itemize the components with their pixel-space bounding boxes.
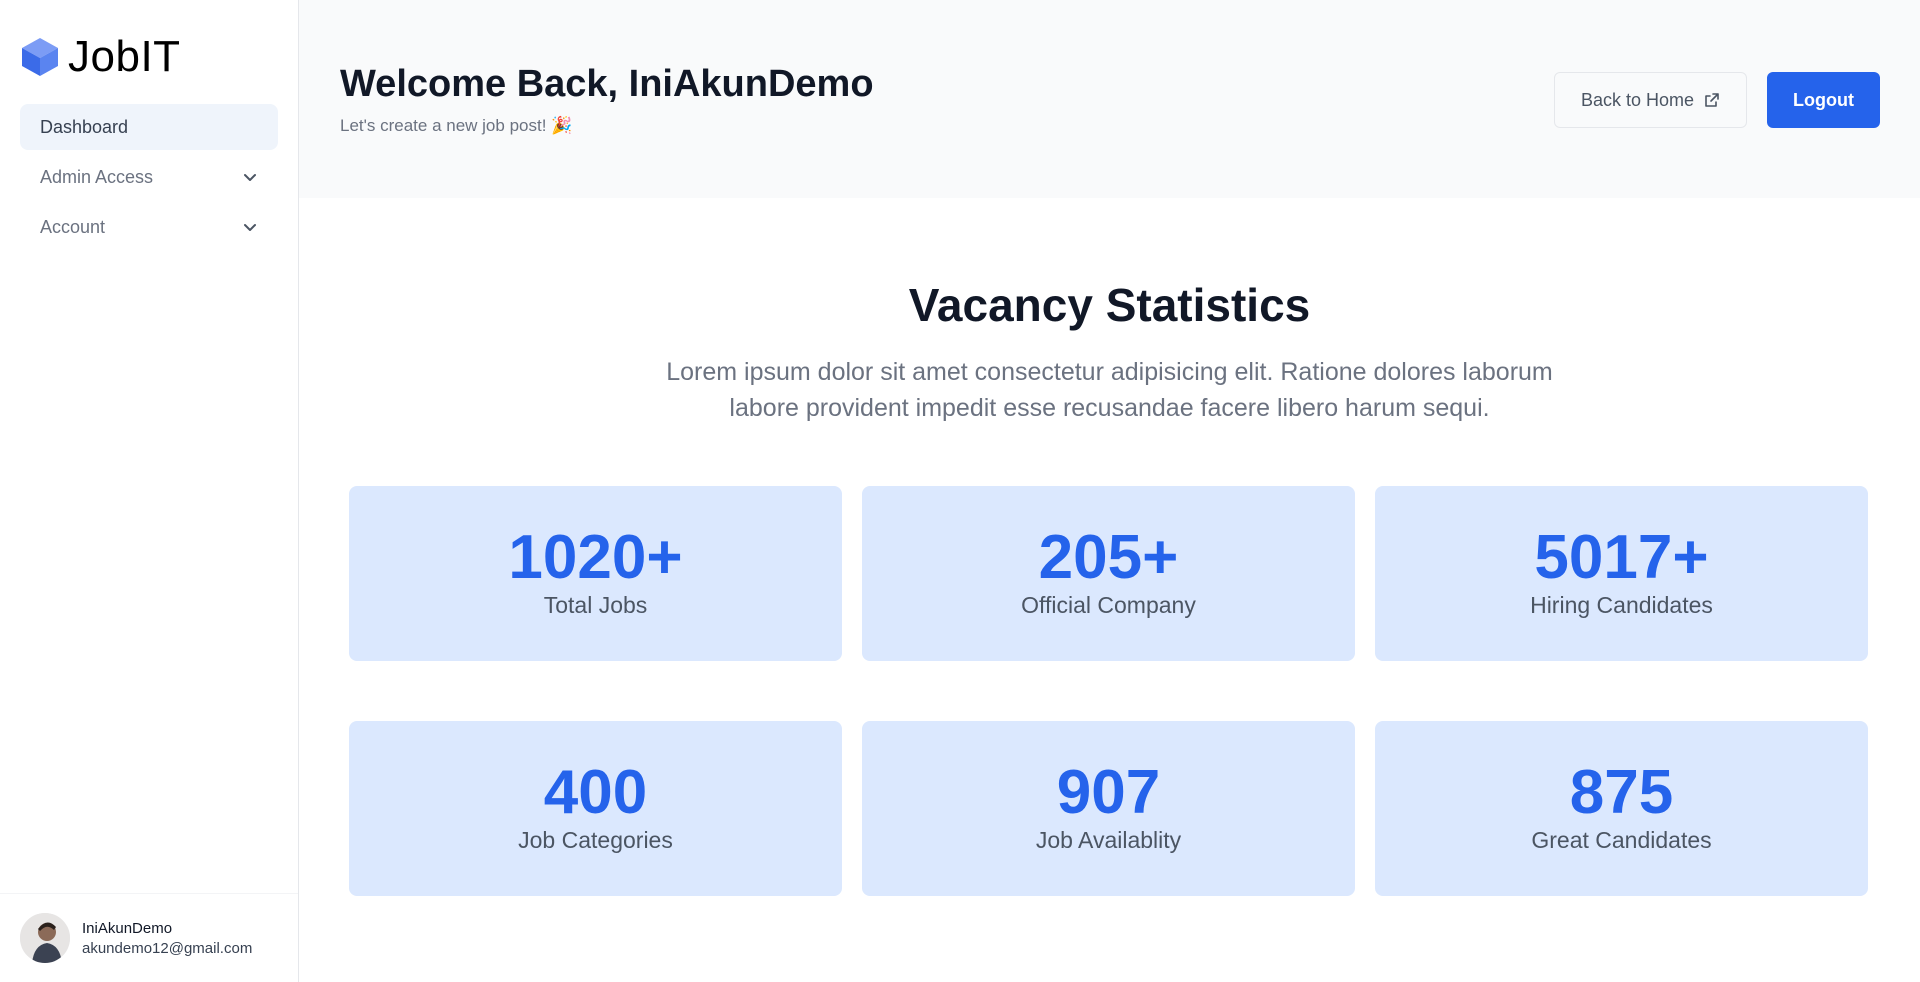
stat-card-hiring-candidates: 5017+ Hiring Candidates	[1375, 486, 1868, 661]
stat-card-official-company: 205+ Official Company	[862, 486, 1355, 661]
stat-label: Hiring Candidates	[1530, 592, 1713, 618]
avatar-image	[20, 913, 70, 963]
back-to-home-button[interactable]: Back to Home	[1553, 72, 1748, 128]
sidebar-item-dashboard[interactable]: Dashboard	[20, 104, 278, 150]
chevron-down-icon	[244, 224, 256, 231]
logout-button[interactable]: Logout	[1767, 72, 1880, 128]
stat-label: Job Categories	[518, 827, 673, 853]
stat-label: Great Candidates	[1531, 827, 1712, 853]
vacancy-statistics: Vacancy Statistics Lorem ipsum dolor sit…	[299, 198, 1920, 896]
section-description: Lorem ipsum dolor sit amet consectetur a…	[666, 358, 1553, 422]
page-header: Welcome Back, IniAkunDemo Let's create a…	[299, 0, 1920, 198]
brand-name: JobIT	[68, 32, 181, 81]
stat-label: Official Company	[1021, 592, 1196, 618]
stat-value: 205+	[1038, 523, 1179, 592]
user-name: IniAkunDemo	[82, 919, 173, 937]
stat-value: 400	[543, 758, 648, 827]
stat-value: 5017+	[1534, 523, 1709, 592]
stat-value: 875	[1569, 758, 1674, 827]
sidebar-item-label: Admin Access	[40, 166, 154, 187]
back-to-home-label: Back to Home	[1580, 89, 1695, 110]
page-subtitle: Let's create a new job post! 🎉	[340, 115, 573, 135]
stat-card-total-jobs: 1020+ Total Jobs	[349, 486, 842, 661]
sidebar-item-account[interactable]: Account	[20, 204, 278, 250]
welcome-block: Welcome Back, IniAkunDemo Let's create a…	[340, 63, 874, 136]
sidebar-nav: Dashboard Admin Access Account	[20, 104, 278, 250]
stat-label: Total Jobs	[543, 592, 648, 618]
sidebar-top: JobIT Dashboard Admin Access Account	[0, 0, 298, 254]
stat-value: 907	[1056, 758, 1161, 827]
sidebar-item-admin-access[interactable]: Admin Access	[20, 154, 278, 200]
chevron-down-icon	[244, 174, 256, 181]
page-title: Welcome Back, IniAkunDemo	[340, 62, 874, 105]
section-title: Vacancy Statistics	[908, 279, 1311, 331]
cube-icon	[22, 38, 58, 76]
brand[interactable]: JobIT	[20, 32, 278, 82]
sidebar-item-label: Account	[40, 216, 106, 237]
stat-card-great-candidates: 875 Great Candidates	[1375, 721, 1868, 896]
avatar	[20, 913, 70, 963]
header-actions: Back to Home Logout	[1553, 72, 1880, 128]
main-content: Welcome Back, IniAkunDemo Let's create a…	[299, 0, 1920, 982]
external-link-icon	[1705, 93, 1719, 107]
app-root: JobIT Dashboard Admin Access Account Ini…	[0, 0, 1920, 982]
stat-card-job-availability: 907 Job Availablity	[862, 721, 1355, 896]
user-email: akundemo12@gmail.com	[82, 939, 253, 957]
stat-label: Job Availablity	[1035, 827, 1182, 853]
sidebar-item-label: Dashboard	[40, 116, 129, 137]
stat-card-job-categories: 400 Job Categories	[349, 721, 842, 896]
user-profile[interactable]: IniAkunDemo akundemo12@gmail.com	[0, 893, 298, 982]
sidebar: JobIT Dashboard Admin Access Account Ini…	[0, 0, 299, 982]
stat-cards: 1020+ Total Jobs 205+ Official Company 5…	[349, 486, 1870, 896]
user-info: IniAkunDemo akundemo12@gmail.com	[82, 920, 252, 957]
stat-value: 1020+	[508, 523, 683, 592]
